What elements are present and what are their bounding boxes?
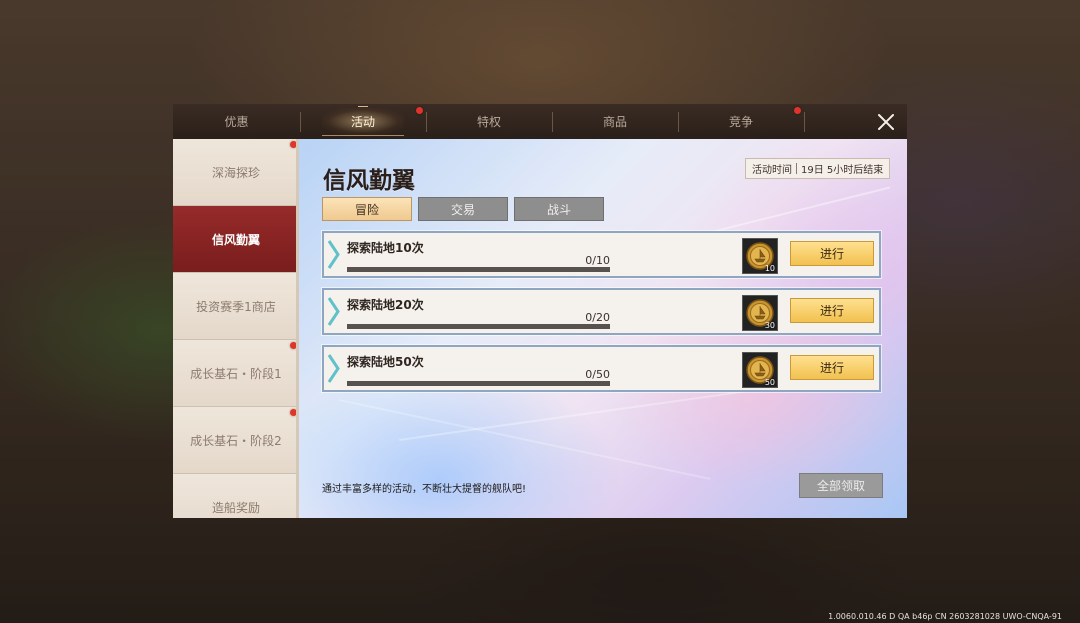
sidebar-item-growth-stage-2[interactable]: 成长基石・阶段2 xyxy=(173,407,299,474)
chevron-right-icon xyxy=(327,240,340,269)
tab-label: 商品 xyxy=(602,115,627,129)
light-streak xyxy=(338,399,711,480)
tab-events[interactable]: 活动 xyxy=(300,104,426,139)
task-progress-bar xyxy=(347,324,610,329)
tab-label: 优惠 xyxy=(224,115,249,129)
go-button[interactable]: 进行 xyxy=(790,241,874,266)
sidebar-item-shipbuilding[interactable]: 造船奖励 xyxy=(173,474,299,518)
time-value: 19日 5小时后结束 xyxy=(801,165,884,176)
tab-label: 竞争 xyxy=(728,115,753,129)
sidebar-item-deep-sea[interactable]: 深海探珍 xyxy=(173,139,299,206)
subtab-trade[interactable]: 交易 xyxy=(418,197,508,221)
task-row: 探索陆地20次 0/20 30 进行 xyxy=(321,287,882,336)
go-button[interactable]: 进行 xyxy=(790,355,874,380)
tab-offers[interactable]: 优惠 xyxy=(173,104,300,139)
top-tab-bar: 优惠 活动 特权 商品 竞争 xyxy=(173,104,907,139)
reward-slot[interactable]: 10 xyxy=(742,238,778,274)
sidebar-item-trade-wind[interactable]: 信风勤翼 xyxy=(173,206,299,273)
reward-slot[interactable]: 50 xyxy=(742,352,778,388)
reward-quantity: 50 xyxy=(764,378,775,387)
claim-all-button[interactable]: 全部领取 xyxy=(799,473,883,498)
event-sidebar: 深海探珍 信风勤翼 投资赛季1商店 成长基石・阶段1 成长基石・阶段2 造船奖励 xyxy=(173,139,299,518)
go-button[interactable]: 进行 xyxy=(790,298,874,323)
event-title: 信风勤翼 xyxy=(323,168,415,194)
notification-dot xyxy=(416,107,423,114)
task-progress-text: 0/10 xyxy=(585,254,610,267)
notification-dot xyxy=(794,107,801,114)
subtab-adventure[interactable]: 冒险 xyxy=(322,197,412,221)
task-progress-text: 0/20 xyxy=(585,311,610,324)
sidebar-item-label: 造船奖励 xyxy=(211,500,260,515)
sidebar-item-label: 成长基石・阶段1 xyxy=(190,366,282,381)
close-button[interactable] xyxy=(865,104,907,139)
event-time-box: 活动时间 19日 5小时后结束 xyxy=(745,158,891,179)
subtab-battle[interactable]: 战斗 xyxy=(514,197,604,221)
reward-quantity: 10 xyxy=(764,264,775,273)
active-tab-ornament xyxy=(358,106,368,110)
divider xyxy=(796,163,797,174)
sidebar-item-growth-stage-1[interactable]: 成长基石・阶段1 xyxy=(173,340,299,407)
task-progress-bar xyxy=(347,267,610,272)
task-progress-text: 0/50 xyxy=(585,368,610,381)
task-row: 探索陆地50次 0/50 50 进行 xyxy=(321,344,882,393)
chevron-right-icon xyxy=(327,354,340,383)
sidebar-item-label: 投资赛季1商店 xyxy=(196,299,276,314)
event-content-panel: 信风勤翼 活动时间 19日 5小时后结束 冒险 交易 战斗 探索陆地10次 0/… xyxy=(299,139,907,518)
tab-goods[interactable]: 商品 xyxy=(552,104,678,139)
category-subtabs: 冒险 交易 战斗 xyxy=(322,197,604,221)
sidebar-item-investment-shop[interactable]: 投资赛季1商店 xyxy=(173,273,299,340)
tab-label: 活动 xyxy=(350,115,375,129)
reward-slot[interactable]: 30 xyxy=(742,295,778,331)
sidebar-item-label: 深海探珍 xyxy=(211,165,260,180)
task-progress-bar xyxy=(347,381,610,386)
reward-quantity: 30 xyxy=(764,321,775,330)
sidebar-item-label: 信风勤翼 xyxy=(211,232,260,247)
footer-hint: 通过丰富多样的活动，不断壮大提督的舰队吧! xyxy=(322,484,527,495)
chevron-right-icon xyxy=(327,297,340,326)
sidebar-item-label: 成长基石・阶段2 xyxy=(190,433,282,448)
close-icon xyxy=(878,113,894,130)
task-name: 探索陆地50次 xyxy=(347,355,424,369)
tab-competition[interactable]: 竞争 xyxy=(678,104,804,139)
task-name: 探索陆地20次 xyxy=(347,298,424,312)
tab-label: 特权 xyxy=(476,115,501,129)
time-label: 活动时间 xyxy=(752,165,792,176)
task-row: 探索陆地10次 0/10 10 进行 xyxy=(321,230,882,279)
activity-dialog: 优惠 活动 特权 商品 竞争 深海探珍 信风勤翼 投资赛季1商店 成长基石・阶段… xyxy=(173,104,907,518)
version-string: 1.0060.010.46 D QA b46p CN 2603281028 UW… xyxy=(828,612,1062,621)
tab-privileges[interactable]: 特权 xyxy=(426,104,552,139)
task-name: 探索陆地10次 xyxy=(347,241,424,255)
